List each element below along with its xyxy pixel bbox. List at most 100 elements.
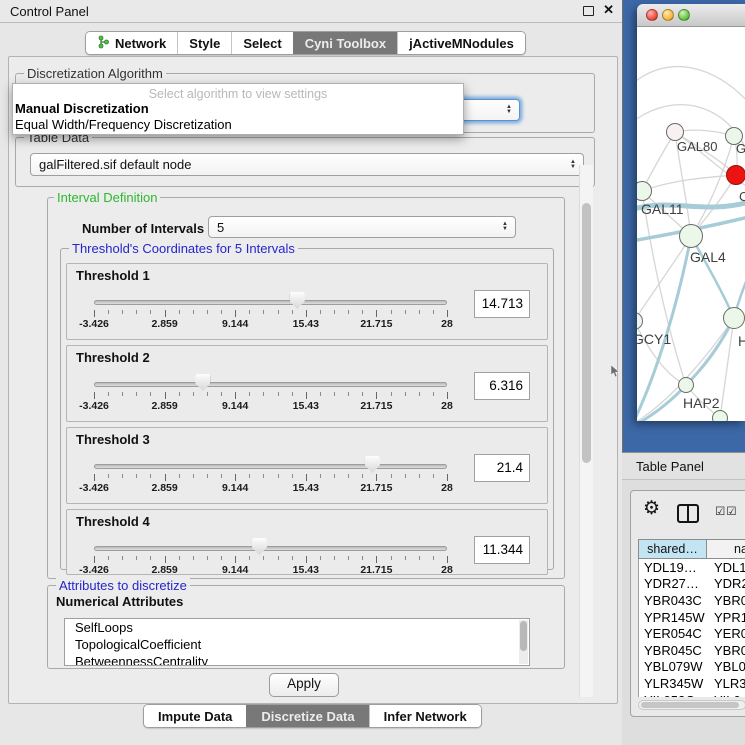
combo-stepper-icon: ▲▼	[502, 222, 508, 232]
table-panel: ⚙ ☑☑ shared… na YDL19… YDL1 YDR27… YDR2 …	[630, 490, 745, 717]
cell-shared-name: YDL19…	[639, 560, 708, 575]
list-scrollbar[interactable]	[519, 620, 528, 664]
tab-label: Infer Network	[384, 709, 467, 724]
tab-cyni-toolbox[interactable]: Cyni Toolbox	[293, 32, 397, 54]
slider-ticks	[94, 555, 447, 563]
table-row[interactable]: YBR045C YBR0	[639, 642, 745, 659]
bottom-tab-bar: Impute Data Discretize Data Infer Networ…	[143, 704, 482, 728]
tab-impute-data[interactable]: Impute Data	[144, 705, 246, 727]
network-canvas[interactable]: GAL80GACGAL11GAL4GCY1HHAP2	[637, 27, 745, 421]
tab-style[interactable]: Style	[177, 32, 231, 54]
slider-track[interactable]	[94, 382, 447, 387]
threshold-row: Threshold 3 -3.4262.8599.14415.4321.7152…	[66, 427, 548, 504]
list-item[interactable]: TopologicalCoefficient	[65, 636, 529, 653]
popup-option-equal-width[interactable]: Equal Width/Frequency Discretization	[15, 117, 232, 132]
cell-name: YIL0	[708, 693, 741, 697]
threshold-value-field[interactable]: 21.4	[474, 454, 530, 482]
slider-track[interactable]	[94, 546, 447, 551]
threshold-slider[interactable]: -3.4262.8599.14415.4321.71528	[94, 291, 447, 328]
scrollbar-thumb[interactable]	[582, 203, 591, 463]
algorithm-dropdown-popup: Select algorithm to view settings Manual…	[12, 83, 464, 135]
network-node-label: GAL80	[677, 139, 717, 154]
slider-tick-labels: -3.4262.8599.14415.4321.71528	[94, 318, 447, 330]
screen: Control Panel ✕ Network Style Select Cyn…	[0, 0, 745, 745]
network-node-label: HAP2	[683, 395, 720, 411]
table-data-group: Table Data galFiltered.sif default node …	[15, 137, 595, 187]
panel-title: Control Panel	[10, 4, 89, 19]
slider-track[interactable]	[94, 300, 447, 305]
apply-button[interactable]: Apply	[269, 673, 339, 697]
number-of-intervals-combobox[interactable]: 5 ▲▼	[208, 216, 516, 238]
table-data-combobox[interactable]: galFiltered.sif default node ▲▼	[30, 153, 584, 176]
slider-ticks	[94, 309, 447, 317]
cell-name: YBR0	[708, 643, 745, 658]
list-item[interactable]: BetweennessCentrality	[65, 653, 529, 666]
network-node-label: H	[738, 333, 745, 349]
threshold-label: Threshold 4	[76, 514, 150, 529]
slider-thumb[interactable]	[290, 292, 305, 309]
network-node[interactable]	[712, 410, 728, 421]
table-row[interactable]: YBR043C YBR0	[639, 592, 745, 609]
gear-icon[interactable]: ⚙	[643, 497, 660, 520]
combo-stepper-icon: ▲▼	[570, 160, 576, 170]
tab-label: Select	[243, 36, 281, 51]
columns-icon[interactable]	[677, 504, 699, 523]
slider-ticks	[94, 473, 447, 481]
minimize-traffic-light[interactable]	[662, 9, 674, 21]
numerical-attributes-list[interactable]: SelfLoopsTopologicalCoefficientBetweenne…	[64, 618, 530, 666]
threshold-coordinates-group: Threshold's Coordinates for 5 Intervals …	[60, 248, 554, 570]
table-row[interactable]: YIL052C YIL0	[639, 692, 745, 697]
threshold-slider[interactable]: -3.4262.8599.14415.4321.71528	[94, 455, 447, 492]
table-row[interactable]: YDL19… YDL1	[639, 559, 745, 576]
slider-thumb[interactable]	[252, 538, 267, 555]
slider-thumb[interactable]	[195, 374, 210, 391]
zoom-traffic-light[interactable]	[678, 9, 690, 21]
tab-select[interactable]: Select	[231, 32, 292, 54]
cell-shared-name: YIL052C	[639, 693, 708, 697]
close-traffic-light[interactable]	[646, 9, 658, 21]
tab-network[interactable]: Network	[86, 32, 177, 54]
group-title: Attributes to discretize	[56, 578, 190, 593]
column-header-name[interactable]: na	[706, 539, 745, 559]
table-row[interactable]: YLR345W YLR3	[639, 675, 745, 692]
tab-label: Style	[189, 36, 220, 51]
threshold-slider[interactable]: -3.4262.8599.14415.4321.71528	[94, 373, 447, 410]
close-icon[interactable]: ✕	[603, 2, 614, 18]
threshold-value-field[interactable]: 11.344	[474, 536, 530, 564]
table-row[interactable]: YPR145W YPR1	[639, 609, 745, 626]
cyni-toolbox-panel: Discretization Algorithm ▲▼ Table Data g…	[8, 56, 618, 704]
network-node[interactable]	[679, 224, 703, 248]
tab-label: Network	[115, 36, 166, 51]
scrollbar-thumb[interactable]	[641, 702, 739, 708]
slider-track[interactable]	[94, 464, 447, 469]
popup-hint: Select algorithm to view settings	[13, 87, 463, 101]
cell-name: YER0	[708, 626, 745, 641]
table-body[interactable]: YDL19… YDL1 YDR27… YDR2 YBR043C YBR0 YPR…	[638, 559, 745, 697]
panel-scrollbar[interactable]	[579, 165, 593, 697]
tab-discretize-data[interactable]: Discretize Data	[246, 705, 368, 727]
list-item[interactable]: SelfLoops	[65, 619, 529, 636]
table-row[interactable]: YBL079W YBL0	[639, 659, 745, 676]
popup-option-manual[interactable]: Manual Discretization	[15, 101, 149, 116]
network-node[interactable]	[678, 377, 694, 393]
table-row[interactable]: YER054C YER0	[639, 625, 745, 642]
column-header-shared[interactable]: shared…	[638, 539, 707, 559]
tab-jactivemnodules[interactable]: jActiveMNodules	[397, 32, 525, 54]
number-of-intervals-value: 5	[217, 220, 224, 235]
float-window-icon[interactable]	[583, 6, 594, 16]
tab-label: Cyni Toolbox	[305, 36, 386, 51]
slider-thumb[interactable]	[365, 456, 380, 473]
table-row[interactable]: YDR27… YDR2	[639, 576, 745, 593]
table-horizontal-scrollbar[interactable]	[638, 700, 745, 710]
network-node[interactable]	[723, 307, 745, 329]
cell-shared-name: YBR043C	[639, 593, 708, 608]
select-columns-checkbox-icons[interactable]: ☑☑	[715, 504, 738, 518]
network-icon	[97, 35, 110, 52]
threshold-value-field[interactable]: 6.316	[474, 372, 530, 400]
tab-infer-network[interactable]: Infer Network	[369, 705, 481, 727]
network-node[interactable]	[726, 165, 745, 185]
threshold-value-field[interactable]: 14.713	[474, 290, 530, 318]
cell-name: YPR1	[708, 610, 745, 625]
threshold-slider[interactable]: -3.4262.8599.14415.4321.71528	[94, 537, 447, 574]
combo-stepper-icon: ▲▼	[506, 105, 512, 115]
